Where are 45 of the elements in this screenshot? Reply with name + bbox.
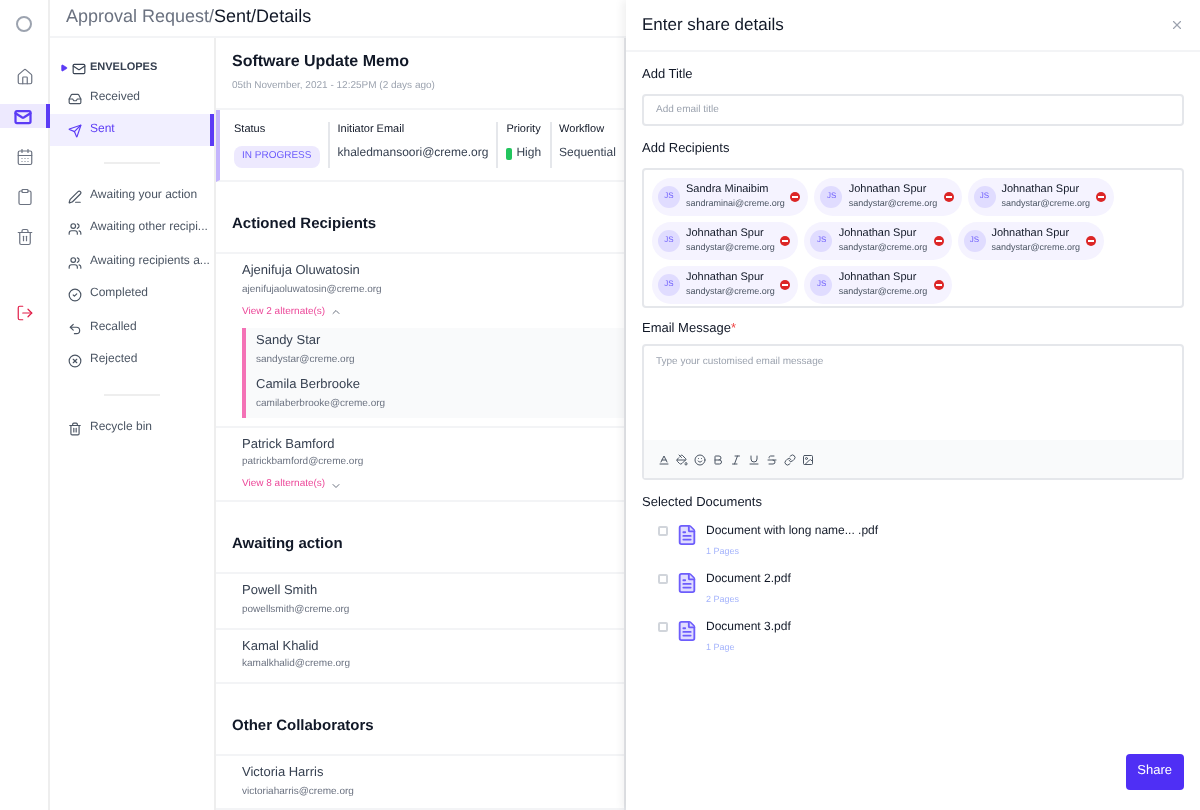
priority-bars-icon (506, 148, 513, 161)
people-icon (68, 255, 82, 270)
checkbox[interactable] (658, 621, 668, 631)
breadcrumb-current: Sent/Details (214, 4, 312, 31)
remove-icon[interactable] (943, 191, 954, 201)
checkbox[interactable] (658, 526, 668, 536)
remove-icon[interactable] (780, 279, 791, 289)
text-color-icon[interactable] (658, 453, 670, 466)
underline-icon[interactable] (748, 453, 760, 466)
chevron-up-icon (329, 306, 342, 319)
link-icon[interactable] (784, 453, 796, 466)
recipients-field[interactable] (642, 167, 1184, 307)
remove-icon[interactable] (1086, 235, 1097, 245)
remove-icon[interactable] (933, 235, 944, 245)
pdf-file-icon (676, 619, 698, 641)
remove-icon[interactable] (1096, 191, 1107, 201)
bold-icon[interactable] (712, 453, 724, 466)
expand-arrow-icon (60, 64, 68, 72)
close-icon[interactable] (1170, 18, 1184, 32)
envelope-icon (72, 61, 86, 75)
undo-icon (68, 321, 82, 336)
smiley-icon[interactable] (694, 453, 706, 466)
pen-icon (68, 189, 82, 204)
document-title: Software Update Memo (232, 50, 411, 74)
people-icon (68, 222, 82, 237)
paint-bucket-icon[interactable] (676, 453, 688, 466)
check-circle-icon (68, 288, 82, 303)
inbox-icon (68, 91, 82, 105)
checkbox[interactable] (658, 573, 668, 584)
breadcrumb-link[interactable]: Approval Request/ (66, 4, 215, 32)
chevron-down-icon (329, 479, 342, 491)
panel-toggle-icon[interactable] (16, 16, 32, 32)
drawer-title: Enter share details (642, 12, 784, 38)
pdf-file-icon (676, 571, 698, 594)
remove-icon[interactable] (790, 191, 801, 201)
remove-icon[interactable] (780, 235, 791, 245)
envelope-icon[interactable] (0, 104, 49, 128)
strikethrough-icon[interactable] (766, 453, 778, 466)
image-icon[interactable] (802, 453, 814, 466)
send-icon (68, 123, 82, 137)
trash-icon (68, 421, 82, 435)
italic-icon[interactable] (730, 453, 742, 466)
pdf-file-icon (676, 524, 698, 546)
remove-icon[interactable] (933, 279, 944, 289)
x-circle-icon (68, 354, 82, 369)
